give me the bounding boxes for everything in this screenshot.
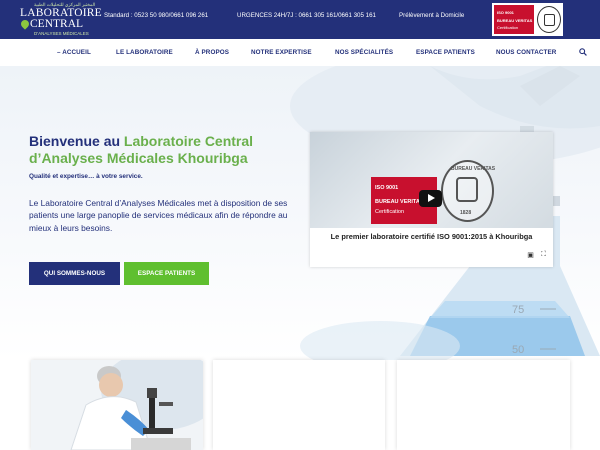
logo-line-3: D'ANALYSES MÉDICALES	[34, 31, 89, 36]
video-bureau: BUREAU VERITAS	[375, 199, 424, 205]
video-caption: Le premier laboratoire certifié ISO 9001…	[330, 232, 533, 241]
video-seal-top: BUREAU VERITAS	[451, 166, 496, 172]
search-icon[interactable]	[579, 48, 587, 56]
video-certification: Certification	[375, 209, 405, 215]
video-iso: ISO 9001	[375, 185, 399, 191]
espace-patients-button[interactable]: ESPACE PATIENTS	[124, 262, 209, 285]
lab-microscope-photo	[31, 360, 203, 450]
beaker-mark-75: 75	[512, 304, 524, 316]
nav-item-expertise[interactable]: NOTRE EXPERTISE	[251, 49, 312, 56]
top-bar: المختبر المركزي للتحليلات الطبية LABORAT…	[0, 0, 600, 39]
service-card-3[interactable]	[397, 360, 570, 450]
hero-heading-prefix: Bienvenue au	[29, 133, 124, 149]
picture-in-picture-icon[interactable]: ▣	[524, 249, 537, 260]
cert-red-box: ISO 9001 BUREAU VERITAS Certification	[494, 5, 534, 34]
nav-item-espace-patients[interactable]: ESPACE PATIENTS	[416, 49, 475, 56]
cert-certification: Certification	[497, 25, 519, 30]
seal-emblem-icon	[456, 177, 478, 202]
standard-phone[interactable]: Standard : 0523 50 980/0661 096 261	[104, 12, 208, 19]
cert-iso: ISO 9001	[497, 10, 514, 15]
hero-tagline: Qualité et expertise… à votre service.	[29, 173, 143, 180]
hero-heading: Bienvenue au Laboratoire Central d’Analy…	[29, 133, 329, 167]
video-player[interactable]: ISO 9001 BUREAU VERITAS Certification BU…	[310, 132, 553, 267]
urgences-phone[interactable]: URGENCES 24H/7J : 0661 305 161/0661 305 …	[237, 12, 376, 19]
nav-item-contact[interactable]: NOUS CONTACTER	[496, 49, 556, 56]
prelevement-link[interactable]: Prélèvement à Domicile	[399, 12, 464, 19]
play-icon[interactable]	[419, 190, 442, 207]
beaker-mark-50: 50	[512, 344, 524, 356]
logo-line-2: CENTRAL	[30, 18, 84, 30]
service-card-1[interactable]	[31, 360, 203, 450]
nav-item-accueil[interactable]: – ACCUEIL	[57, 49, 91, 56]
nav-item-a-propos[interactable]: À PROPOS	[195, 49, 229, 56]
fullscreen-icon[interactable]: ⛶	[537, 249, 550, 260]
main-nav: – ACCUEIL LE LABORATOIRE À PROPOS NOTRE …	[0, 39, 600, 66]
service-card-2[interactable]	[213, 360, 385, 450]
video-seal-icon: BUREAU VERITAS 1828	[441, 160, 496, 222]
drop-icon	[19, 18, 31, 30]
qui-sommes-nous-button[interactable]: QUI SOMMES-NOUS	[29, 262, 120, 285]
cert-bureau: BUREAU VERITAS	[497, 18, 533, 23]
hero-description: Le Laboratoire Central d’Analyses Médica…	[29, 198, 288, 233]
site-logo[interactable]: المختبر المركزي للتحليلات الطبية LABORAT…	[19, 2, 102, 37]
video-seal-year: 1828	[460, 210, 472, 216]
nav-item-specialites[interactable]: NOS SPÉCIALITÉS	[335, 49, 393, 56]
nav-item-laboratoire[interactable]: LE LABORATOIRE	[116, 49, 173, 56]
certification-badge: ISO 9001 BUREAU VERITAS Certification	[492, 3, 563, 36]
bureau-veritas-seal-icon	[537, 6, 561, 33]
